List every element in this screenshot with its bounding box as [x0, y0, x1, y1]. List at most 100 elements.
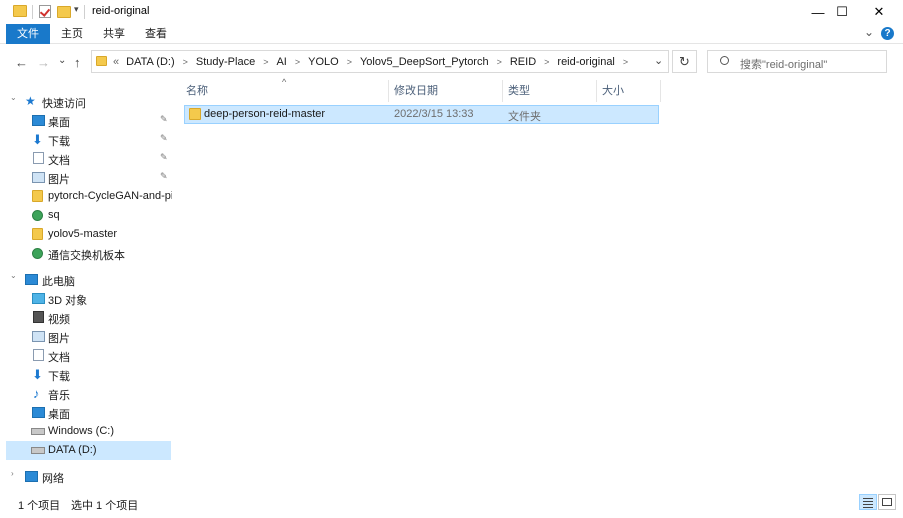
nav-item-folder[interactable]: pytorch-CycleGAN-and-pix	[0, 187, 172, 206]
nav-label: 快速访问	[42, 98, 86, 110]
nav-label: Windows (C:)	[48, 425, 115, 437]
nav-label: 音乐	[48, 390, 70, 402]
thumbnail-view-icon	[882, 498, 892, 506]
toolbar-divider	[84, 5, 85, 19]
pin-icon: ✎	[160, 114, 168, 124]
nav-item-music[interactable]: ♪ 音乐	[0, 384, 172, 403]
nav-item-drive-c[interactable]: Windows (C:)	[0, 422, 172, 441]
breadcrumb-item[interactable]: Study-Place	[196, 56, 255, 68]
desktop-icon	[32, 407, 45, 418]
chevron-down-icon[interactable]: ⌄	[10, 271, 17, 280]
chevron-right-icon[interactable]: >	[183, 57, 188, 67]
expand-ribbon-icon[interactable]: ⌄	[864, 25, 874, 39]
computer-icon	[25, 274, 38, 285]
nav-label: 下载	[48, 136, 70, 148]
nav-item-desktop[interactable]: 桌面 ✎	[0, 111, 172, 130]
properties-check-icon[interactable]	[39, 5, 51, 18]
breadcrumb-item[interactable]: Yolov5_DeepSort_Pytorch	[360, 56, 489, 68]
column-divider[interactable]	[502, 80, 503, 102]
chevron-right-icon[interactable]: >	[497, 57, 502, 67]
status-bar: 1 个项目 选中 1 个项目	[0, 490, 903, 518]
back-button[interactable]: ←	[15, 55, 28, 70]
file-type: 文件夹	[508, 111, 541, 123]
chevron-right-icon[interactable]: ›	[11, 469, 14, 478]
file-name[interactable]: deep-person-reid-master	[204, 108, 325, 120]
quick-access-toolbar	[13, 5, 27, 17]
nav-label: 文档	[48, 155, 70, 167]
folder-icon	[96, 56, 107, 66]
nav-quick-access[interactable]: ⌄ ★ 快速访问	[0, 92, 172, 111]
folder-icon	[32, 190, 43, 202]
chevron-right-icon[interactable]: >	[623, 57, 628, 67]
synced-folder-icon	[32, 210, 43, 221]
nav-label: 视频	[48, 314, 70, 326]
nav-item-drive-d[interactable]: DATA (D:)	[6, 441, 171, 460]
search-input[interactable]: 搜索"reid-original"	[707, 50, 887, 73]
chevron-down-icon[interactable]: ⌄	[10, 93, 17, 102]
column-header-modified[interactable]: 修改日期	[394, 80, 438, 102]
nav-label: 图片	[48, 174, 70, 186]
details-view-icon	[863, 498, 873, 499]
breadcrumb-item[interactable]: reid-original	[557, 56, 614, 68]
address-bar[interactable]: « DATA (D:) > Study-Place > AI > YOLO > …	[91, 50, 669, 73]
network-icon	[25, 471, 38, 482]
nav-label: sq	[48, 209, 60, 221]
nav-item-videos[interactable]: 视频	[0, 308, 172, 327]
breadcrumb-item[interactable]: DATA (D:)	[126, 56, 174, 68]
large-icons-view-button[interactable]	[878, 494, 896, 510]
breadcrumb-item[interactable]: REID	[510, 56, 536, 68]
recent-locations-chevron-icon[interactable]: ⌄	[58, 55, 66, 66]
pictures-icon	[32, 331, 45, 342]
sort-ascending-icon: ^	[282, 77, 287, 87]
column-header-name[interactable]: 名称	[186, 80, 208, 102]
nav-item-downloads[interactable]: ⬇ 下载 ✎	[0, 130, 172, 149]
close-button[interactable]: ✕	[856, 0, 902, 24]
nav-item-3d-objects[interactable]: 3D 对象	[0, 289, 172, 308]
nav-item-pictures[interactable]: 图片 ✎	[0, 168, 172, 187]
breadcrumb-overflow[interactable]: «	[113, 56, 119, 68]
forward-button[interactable]: →	[37, 55, 50, 70]
pin-icon: ✎	[160, 133, 168, 143]
music-icon: ♪	[33, 386, 40, 401]
title-bar: ▾ reid-original — ☐ ✕	[0, 0, 903, 24]
refresh-button[interactable]: ↻	[672, 50, 697, 73]
nav-item-folder[interactable]: 通信交换机板本	[0, 244, 172, 263]
chevron-right-icon[interactable]: >	[347, 57, 352, 67]
breadcrumb-item[interactable]: YOLO	[308, 56, 339, 68]
nav-item-documents[interactable]: 文档	[0, 346, 172, 365]
file-modified: 2022/3/15 13:33	[394, 108, 474, 120]
customize-toolbar-chevron-icon[interactable]: ▾	[74, 4, 79, 15]
nav-item-documents[interactable]: 文档 ✎	[0, 149, 172, 168]
chevron-right-icon[interactable]: >	[263, 57, 268, 67]
help-icon[interactable]: ?	[881, 27, 894, 40]
breadcrumb: « DATA (D:) > Study-Place > AI > YOLO > …	[113, 51, 636, 72]
nav-label: 3D 对象	[48, 295, 88, 307]
column-divider[interactable]	[388, 80, 389, 102]
search-placeholder: 搜索"reid-original"	[740, 59, 828, 71]
nav-item-folder[interactable]: yolov5-master	[0, 225, 172, 244]
nav-item-pictures[interactable]: 图片	[0, 327, 172, 346]
nav-item-desktop[interactable]: 桌面	[0, 403, 172, 422]
tab-file[interactable]: 文件	[6, 24, 50, 44]
chevron-right-icon[interactable]: >	[544, 57, 549, 67]
tab-share[interactable]: 共享	[95, 24, 133, 44]
new-folder-icon[interactable]	[57, 6, 71, 18]
column-divider[interactable]	[660, 80, 661, 102]
nav-this-pc[interactable]: ⌄ 此电脑	[0, 270, 172, 289]
tab-view[interactable]: 查看	[137, 24, 175, 44]
column-divider[interactable]	[596, 80, 597, 102]
breadcrumb-item[interactable]: AI	[276, 56, 286, 68]
column-header-type[interactable]: 类型	[508, 80, 530, 102]
ribbon-tabs: 文件 主页 共享 查看 ⌄ ?	[0, 24, 903, 44]
nav-item-folder[interactable]: sq	[0, 206, 172, 225]
download-icon: ⬇	[32, 132, 43, 147]
chevron-right-icon[interactable]: >	[295, 57, 300, 67]
nav-network[interactable]: › 网络	[0, 467, 172, 486]
tab-home[interactable]: 主页	[53, 24, 91, 44]
address-dropdown-icon[interactable]: ⌄	[654, 54, 663, 67]
up-button[interactable]: ↑	[74, 55, 81, 70]
details-view-button[interactable]	[859, 494, 877, 510]
nav-item-downloads[interactable]: ⬇ 下载	[0, 365, 172, 384]
column-header-size[interactable]: 大小	[602, 80, 624, 102]
pictures-icon	[32, 172, 45, 183]
